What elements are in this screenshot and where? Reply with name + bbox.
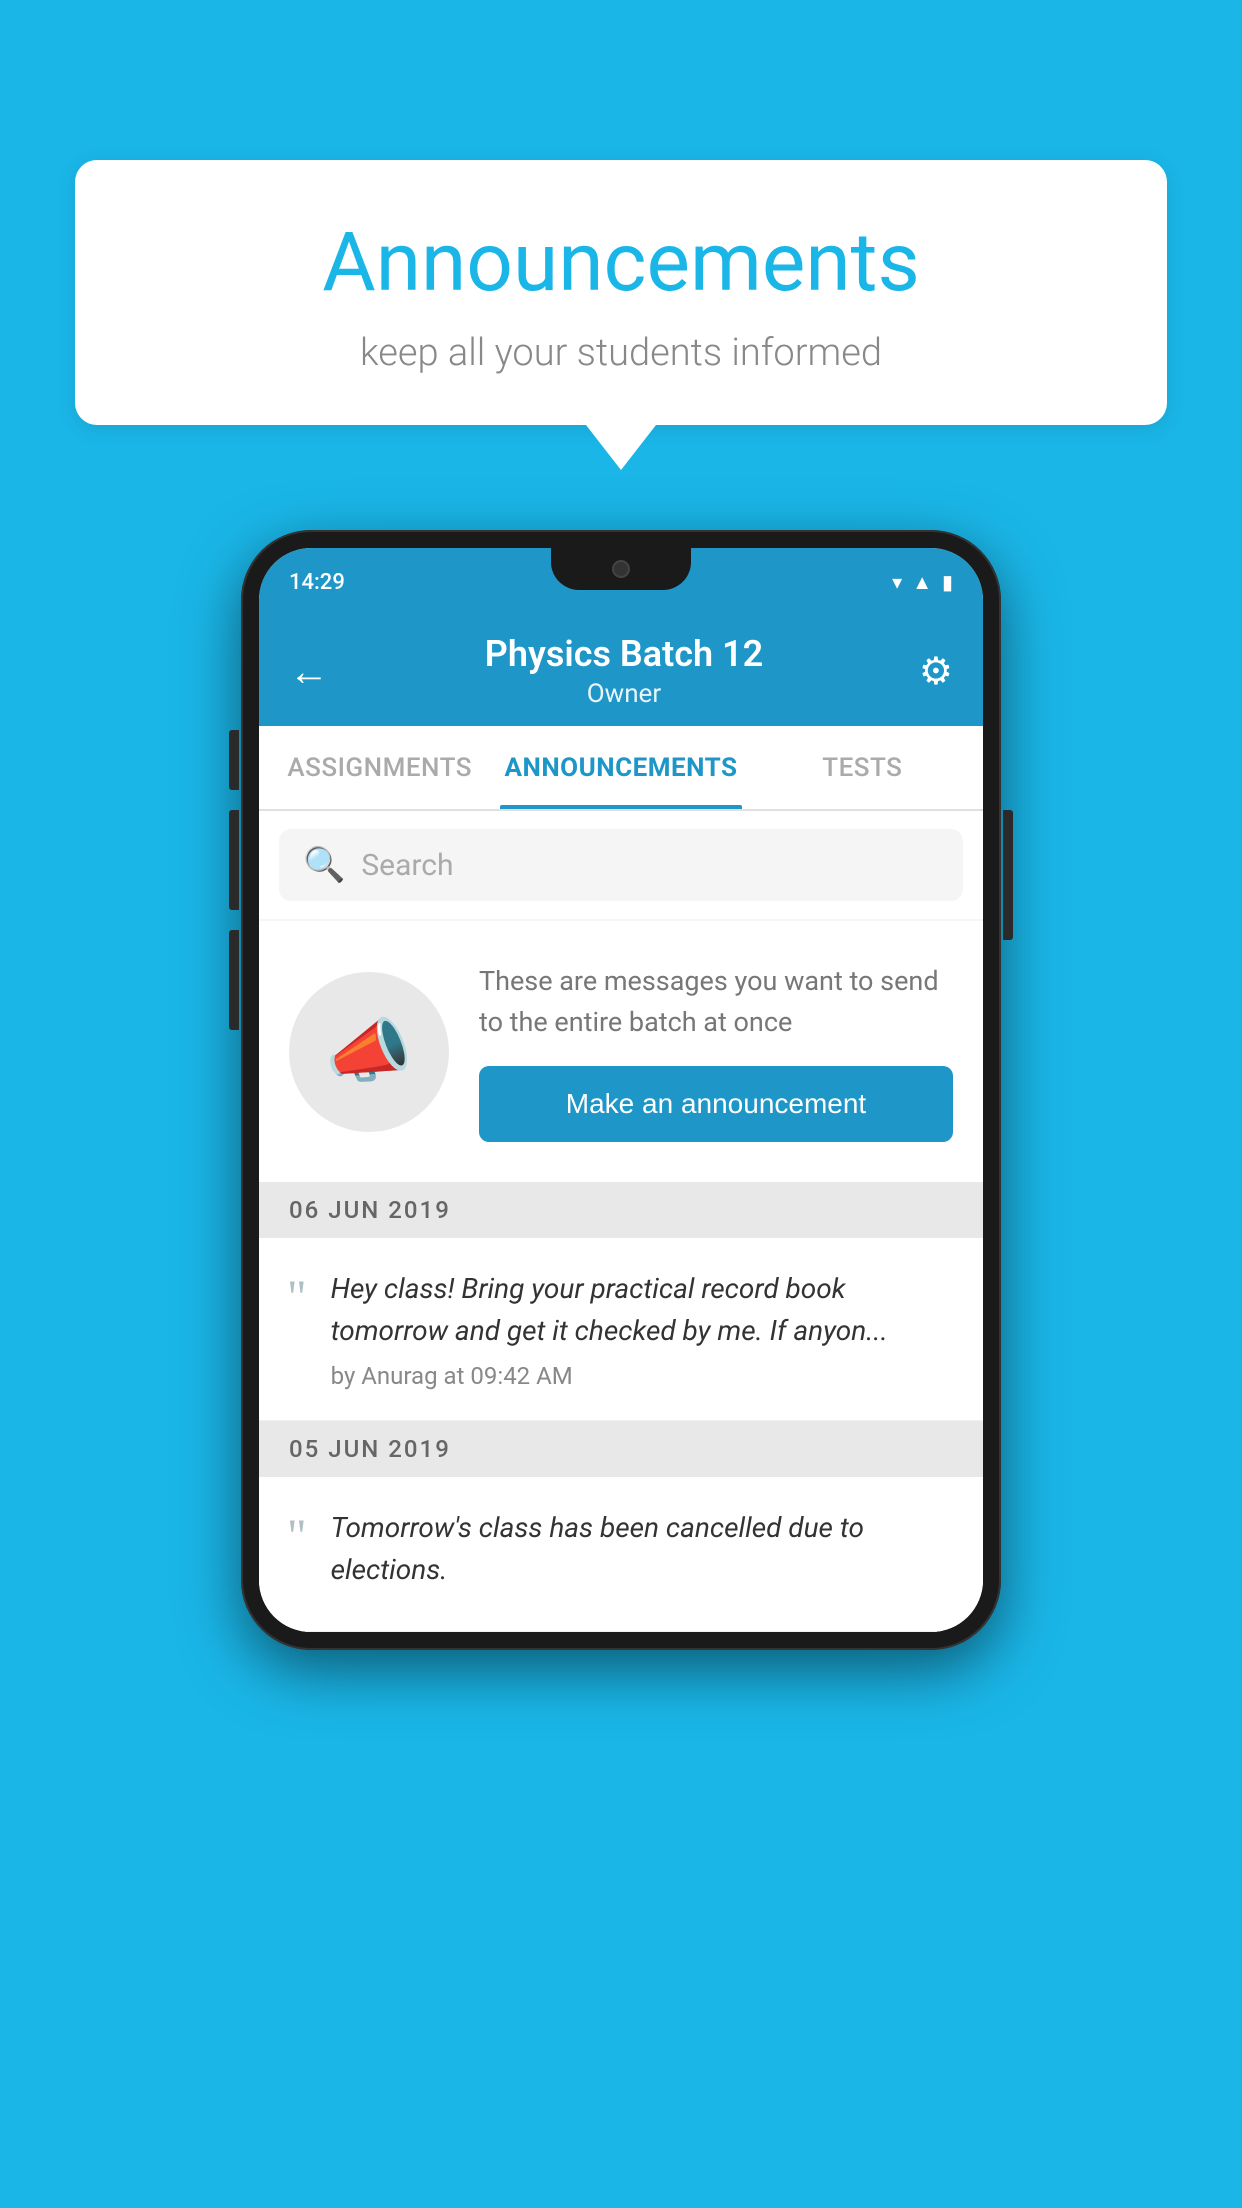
announcement-text-2: Tomorrow's class has been cancelled due … <box>331 1507 953 1591</box>
app-bar: ← Physics Batch 12 Owner ⚙ <box>259 616 983 726</box>
bubble-title: Announcements <box>135 215 1107 311</box>
phone-screen: 14:29 ▾ ▲ ▮ ← Physics Batch 12 Owner ⚙ <box>259 548 983 1632</box>
make-announcement-button[interactable]: Make an announcement <box>479 1066 953 1142</box>
settings-button[interactable]: ⚙ <box>919 649 953 694</box>
notch <box>551 548 691 590</box>
speech-bubble-container: Announcements keep all your students inf… <box>75 160 1167 470</box>
search-bar-wrapper: 🔍 Search <box>259 811 983 919</box>
promo-description: These are messages you want to send to t… <box>479 961 953 1042</box>
speech-bubble: Announcements keep all your students inf… <box>75 160 1167 425</box>
battery-icon: ▮ <box>942 570 953 594</box>
app-bar-title-group: Physics Batch 12 Owner <box>485 633 763 709</box>
date-separator-2: 05 JUN 2019 <box>259 1421 983 1477</box>
front-camera <box>612 560 630 578</box>
phone-container: 14:29 ▾ ▲ ▮ ← Physics Batch 12 Owner ⚙ <box>241 530 1001 1650</box>
date-label-1: 06 JUN 2019 <box>289 1196 451 1224</box>
tab-announcements[interactable]: ANNOUNCEMENTS <box>500 726 741 809</box>
promo-icon-circle: 📣 <box>289 972 449 1132</box>
search-icon: 🔍 <box>303 845 345 885</box>
side-button-vol-up <box>229 810 239 910</box>
batch-subtitle: Owner <box>485 679 763 709</box>
promo-right: These are messages you want to send to t… <box>479 961 953 1142</box>
quote-icon-1: " <box>287 1274 307 1322</box>
announcement-item-2[interactable]: " Tomorrow's class has been cancelled du… <box>259 1477 983 1632</box>
side-button-power <box>1003 810 1013 940</box>
announcement-meta-1: by Anurag at 09:42 AM <box>331 1362 953 1390</box>
tab-assignments[interactable]: ASSIGNMENTS <box>259 726 500 809</box>
tabs-bar: ASSIGNMENTS ANNOUNCEMENTS TESTS <box>259 726 983 811</box>
wifi-icon: ▾ <box>892 570 902 594</box>
tab-tests[interactable]: TESTS <box>742 726 983 809</box>
announcement-content-2: Tomorrow's class has been cancelled due … <box>331 1507 953 1601</box>
signal-icon: ▲ <box>912 570 932 595</box>
status-bar: 14:29 ▾ ▲ ▮ <box>259 548 983 616</box>
status-time: 14:29 <box>289 570 345 595</box>
search-bar[interactable]: 🔍 Search <box>279 829 963 901</box>
date-separator-1: 06 JUN 2019 <box>259 1182 983 1238</box>
bubble-subtitle: keep all your students informed <box>135 331 1107 375</box>
megaphone-icon: 📣 <box>325 1011 412 1093</box>
phone-outer: 14:29 ▾ ▲ ▮ ← Physics Batch 12 Owner ⚙ <box>241 530 1001 1650</box>
announcement-item-1[interactable]: " Hey class! Bring your practical record… <box>259 1238 983 1421</box>
side-button-vol-down <box>229 930 239 1030</box>
bubble-arrow <box>586 425 656 470</box>
status-icons: ▾ ▲ ▮ <box>892 570 953 595</box>
date-label-2: 05 JUN 2019 <box>289 1435 451 1463</box>
screen-content: 🔍 Search 📣 These are messages you want t… <box>259 811 983 1632</box>
side-button-mute <box>229 730 239 790</box>
quote-icon-2: " <box>287 1513 307 1561</box>
search-placeholder: Search <box>361 848 453 883</box>
batch-title: Physics Batch 12 <box>485 633 763 675</box>
announcement-content-1: Hey class! Bring your practical record b… <box>331 1268 953 1390</box>
promo-card: 📣 These are messages you want to send to… <box>259 921 983 1182</box>
announcement-text-1: Hey class! Bring your practical record b… <box>331 1268 953 1352</box>
back-button[interactable]: ← <box>289 648 329 695</box>
